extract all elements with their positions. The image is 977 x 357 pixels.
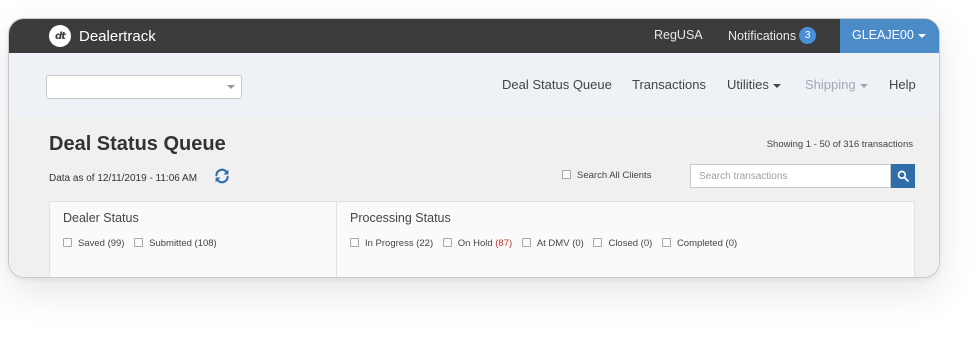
- notifications-label: Notifications: [728, 28, 797, 43]
- checkbox-icon[interactable]: [562, 170, 571, 179]
- processing-status-options: In Progress (22) On Hold (87) At DMV (0)…: [350, 237, 744, 249]
- filter-label: On Hold: [457, 238, 493, 249]
- search-all-clients[interactable]: Search All Clients: [562, 170, 651, 181]
- user-name: GLEAJE00: [852, 28, 914, 42]
- search-icon: [897, 170, 909, 182]
- filter-label: Completed: [676, 238, 723, 249]
- filter-count: (0): [640, 238, 653, 249]
- search-input[interactable]: [690, 164, 891, 188]
- checkbox-icon[interactable]: [521, 237, 531, 247]
- chevron-down-icon: [917, 33, 926, 38]
- nav-bar: Deal Status Queue Transactions Utilities…: [9, 53, 939, 117]
- nav-utilities[interactable]: Utilities: [727, 77, 781, 92]
- processing-status-title: Processing Status: [350, 211, 451, 225]
- checkbox-icon[interactable]: [134, 237, 144, 247]
- filter-label: Saved: [78, 238, 105, 249]
- nav-shipping-label: Shipping: [805, 77, 856, 92]
- brand-name: Dealertrack: [79, 27, 156, 45]
- filter-count: (99): [107, 238, 125, 249]
- processing-status-section: Processing Status In Progress (22) On Ho…: [337, 202, 914, 277]
- dealer-status-title: Dealer Status: [63, 211, 139, 225]
- search-all-clients-label: Search All Clients: [577, 170, 652, 181]
- chevron-down-icon: [772, 83, 781, 88]
- brand[interactable]: dt Dealertrack: [49, 25, 156, 47]
- search-button[interactable]: [891, 164, 915, 188]
- nav-shipping[interactable]: Shipping: [805, 77, 868, 92]
- nav-help[interactable]: Help: [889, 77, 916, 92]
- page-title: Deal Status Queue: [49, 133, 226, 155]
- nav-transactions[interactable]: Transactions: [632, 77, 706, 92]
- dealer-status-options: Saved (99) Submitted (108): [63, 237, 224, 249]
- filter-count: (0): [725, 238, 738, 249]
- filter-panel: Dealer Status Saved (99) Submitted (108)…: [49, 201, 915, 277]
- filter-label: Closed: [608, 238, 639, 249]
- notifications-link[interactable]: Notifications 3: [728, 27, 817, 45]
- filter-count: (22): [416, 238, 434, 249]
- chevron-down-icon: [859, 83, 868, 88]
- filter-count: (87): [495, 238, 513, 249]
- data-as-of: Data as of 12/11/2019 - 11:06 AM: [49, 173, 198, 184]
- checkbox-icon[interactable]: [350, 237, 359, 247]
- client-select[interactable]: [46, 75, 242, 99]
- chevron-down-icon: [227, 85, 235, 89]
- nav-deal-status-queue[interactable]: Deal Status Queue: [502, 77, 612, 92]
- filter-label: Submitted: [149, 238, 192, 249]
- app-window: dt Dealertrack RegUSA Notifications 3 GLE…: [8, 18, 940, 278]
- checkbox-icon[interactable]: [661, 237, 671, 247]
- checkbox-icon[interactable]: [593, 237, 603, 247]
- showing-count: Showing 1 - 50 of 316 transactions: [766, 139, 913, 150]
- top-bar: dt Dealertrack RegUSA Notifications 3 GLE…: [9, 19, 939, 53]
- filter-completed[interactable]: Completed (0): [661, 237, 738, 249]
- user-menu[interactable]: GLEAJE00: [840, 19, 939, 53]
- checkbox-icon[interactable]: [63, 237, 72, 247]
- filter-label: In Progress: [365, 238, 414, 249]
- nav-utilities-label: Utilities: [727, 77, 769, 92]
- filter-on-hold[interactable]: On Hold (87): [442, 237, 513, 249]
- filter-saved[interactable]: Saved (99): [63, 237, 125, 249]
- main-content: Deal Status Queue Data as of 12/11/2019 …: [9, 117, 939, 277]
- filter-label: At DMV: [536, 238, 570, 249]
- filter-submitted[interactable]: Submitted (108): [134, 237, 217, 249]
- checkbox-icon[interactable]: [442, 237, 452, 247]
- dealertrack-logo-icon: dt: [49, 25, 71, 47]
- dealer-status-section: Dealer Status Saved (99) Submitted (108): [50, 202, 337, 277]
- regusa-link[interactable]: RegUSA: [654, 28, 703, 42]
- filter-closed[interactable]: Closed (0): [593, 237, 653, 249]
- filter-in-progress[interactable]: In Progress (22): [350, 237, 434, 249]
- filter-at-dmv[interactable]: At DMV (0): [521, 237, 584, 249]
- refresh-icon[interactable]: [213, 167, 231, 185]
- filter-count: (0): [572, 238, 584, 249]
- filter-count: (108): [194, 238, 217, 249]
- notifications-badge: 3: [799, 27, 817, 44]
